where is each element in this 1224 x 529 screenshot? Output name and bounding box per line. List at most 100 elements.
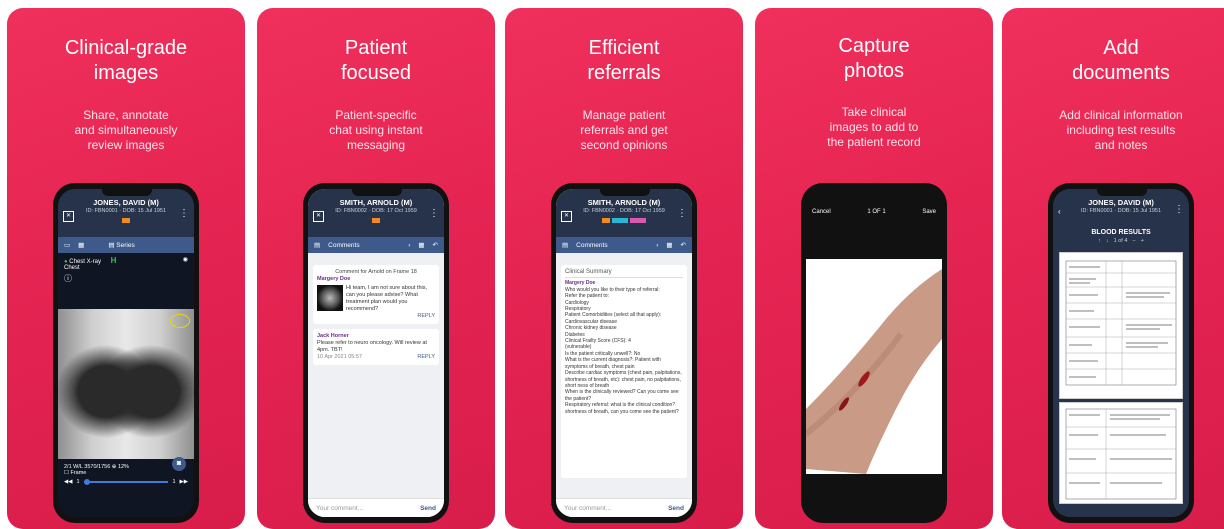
patient-name: SMITH, ARNOLD (M) (339, 198, 413, 207)
patient-tag (122, 218, 130, 223)
save-button[interactable]: Save (922, 209, 936, 215)
document-lines-graphic (1065, 408, 1177, 500)
xray-image[interactable] (58, 309, 194, 459)
panel-subtitle: Share, annotate and simultaneously revie… (7, 108, 245, 153)
comment-author: Margery Doe (317, 276, 351, 282)
subtitle-line-2: including test results (1066, 123, 1176, 137)
slider-handle[interactable] (83, 479, 90, 485)
h-marker: H (110, 256, 117, 265)
phone-screen: JONES, DAVID (M) ID: FBN0001 · DOB: 15 J… (1053, 189, 1189, 517)
reply-link[interactable]: REPLY (317, 313, 435, 320)
patient-tag (602, 218, 610, 223)
patient-header: SMITH, ARNOLD (M) ID: FBN0002 · DOB: 17 … (556, 189, 692, 237)
subtitle-line-3: second opinions (580, 138, 668, 152)
comment-date: 10 Apr 2021 05:57 (317, 354, 362, 360)
layout-icon[interactable]: ▭ (64, 241, 70, 249)
zoom-out-icon[interactable]: − (1132, 238, 1135, 244)
comments-icon: ▤ (314, 242, 321, 249)
tab-comments[interactable]: Comments (576, 242, 607, 249)
rewind-icon[interactable]: ◀◀ (64, 479, 72, 485)
collapse-icon[interactable]: ‹ (408, 242, 410, 249)
summary-title: Clinical Summary (565, 269, 683, 279)
phone-screen: Cancel 1 OF 1 Save (806, 189, 942, 517)
phone-mockup: JONES, DAVID (M) ID: FBN0001 · DOB: 15 J… (53, 183, 199, 523)
comments-toolbar: ▤ Comments ‹ ▦ ↶ (308, 237, 444, 253)
send-button[interactable]: Send (668, 505, 684, 512)
subtitle-line-1: Take clinical (841, 105, 907, 119)
info-icon[interactable]: ⓘ (64, 273, 188, 284)
patient-ids: ID: FBN0001 · DOB: 15 Jul 1951 (1080, 208, 1162, 214)
zoom-in-icon[interactable]: + (1141, 238, 1144, 244)
title-line-1: Patient (344, 37, 408, 59)
patient-tag (372, 218, 380, 223)
gallery-icon[interactable]: ▦ (418, 241, 424, 249)
panel-title: Capture photos (755, 34, 993, 84)
frame-slider[interactable]: ◀◀ 1 1 ▶▶ (64, 479, 188, 485)
grid-icon[interactable]: ▦ (78, 241, 84, 249)
comment-input[interactable]: Your comment... (564, 505, 611, 512)
title-line-2: photos (843, 60, 905, 82)
back-icon[interactable]: ↶ (433, 241, 438, 249)
forward-icon[interactable]: ▶▶ (180, 479, 188, 485)
title-line-2: focused (340, 62, 412, 84)
panel-title: Efficient referrals (505, 36, 743, 86)
send-button[interactable]: Send (420, 505, 436, 512)
tab-series[interactable]: ▤ Series (108, 241, 134, 249)
eye-icon[interactable]: ◉ (183, 256, 188, 263)
series-info: ● Chest X-ray H ◉ Chest ⓘ (58, 253, 194, 287)
arrow-up-icon[interactable]: ↑ (1098, 238, 1101, 244)
subtitle-line-1: Add clinical information (1059, 108, 1183, 122)
slider-track[interactable] (83, 479, 169, 485)
comment-card: Jack Horner Please refer to neuro oncolo… (313, 329, 439, 365)
comment-input[interactable]: Your comment... (316, 505, 363, 512)
slider-end: 1 (172, 479, 176, 485)
subtitle-line-1: Patient-specific (335, 108, 417, 122)
back-icon[interactable]: ↶ (681, 241, 686, 249)
reply-link[interactable]: REPLY (417, 354, 435, 361)
wound-photo[interactable] (806, 259, 942, 474)
patient-ids: ID: FBN0002 · DOB: 17 Oct 1959 (583, 208, 665, 214)
document-pager: ↑ ↓ 1 of 4 − + (1053, 236, 1189, 246)
patient-tag (630, 218, 646, 223)
patient-name: JONES, DAVID (M) (1088, 198, 1154, 207)
series-sub: Chest (64, 265, 80, 271)
document-page[interactable] (1059, 402, 1183, 504)
close-icon[interactable]: ✕ (313, 211, 324, 222)
patient-ids: ID: FBN0001 · DOB: 15 Jul 1951 (85, 208, 167, 214)
comment-title: Comment for Arnold on Frame 18 (335, 269, 417, 275)
frame-text: Frame (70, 470, 87, 476)
camera-icon[interactable]: ◙ (172, 457, 186, 471)
close-icon[interactable]: ✕ (561, 211, 572, 222)
patient-tag (612, 218, 628, 223)
referral-line: Respiratory referral: what is the clinic… (565, 402, 679, 415)
arrow-down-icon[interactable]: ↓ (1106, 238, 1109, 244)
arm-photo-graphic (806, 269, 942, 474)
collapse-icon[interactable]: ‹ (656, 242, 658, 249)
panel-subtitle: Add clinical information including test … (1002, 108, 1224, 153)
referral-line: Describe cardiac symptoms (chest pain, p… (565, 370, 682, 389)
more-icon[interactable]: ⋮ (1174, 205, 1184, 215)
more-icon[interactable]: ⋮ (677, 209, 687, 219)
scan-thumbnail[interactable] (317, 285, 343, 311)
cancel-button[interactable]: Cancel (812, 209, 831, 215)
gallery-icon[interactable]: ▦ (666, 241, 672, 249)
tab-comments[interactable]: Comments (328, 242, 359, 249)
comments-icon: ▤ (562, 242, 569, 249)
panel-subtitle: Take clinical images to add to the patie… (755, 105, 993, 150)
more-icon[interactable]: ⋮ (429, 209, 439, 219)
back-icon[interactable]: ‹ (1058, 207, 1061, 216)
title-line-2: images (93, 62, 159, 84)
feature-panel-photos: Capture photos Take clinical images to a… (755, 8, 993, 529)
document-page[interactable] (1059, 252, 1183, 399)
patient-header: JONES, DAVID (M) ID: FBN0001 · DOB: 15 J… (58, 189, 194, 237)
phone-mockup: JONES, DAVID (M) ID: FBN0001 · DOB: 15 J… (1048, 183, 1194, 523)
subtitle-line-3: messaging (346, 138, 406, 152)
annotation-circle[interactable] (170, 314, 190, 328)
comment-text: Hi team, I am not sure about this, can y… (346, 285, 428, 312)
more-icon[interactable]: ⋮ (179, 209, 189, 219)
close-icon[interactable]: ✕ (63, 211, 74, 222)
patient-name: SMITH, ARNOLD (M) (587, 198, 661, 207)
patient-header: SMITH, ARNOLD (M) ID: FBN0002 · DOB: 17 … (308, 189, 444, 237)
comment-meta: 10 Apr 2021 05:57 REPLY (317, 354, 435, 361)
phone-notch (600, 189, 650, 196)
